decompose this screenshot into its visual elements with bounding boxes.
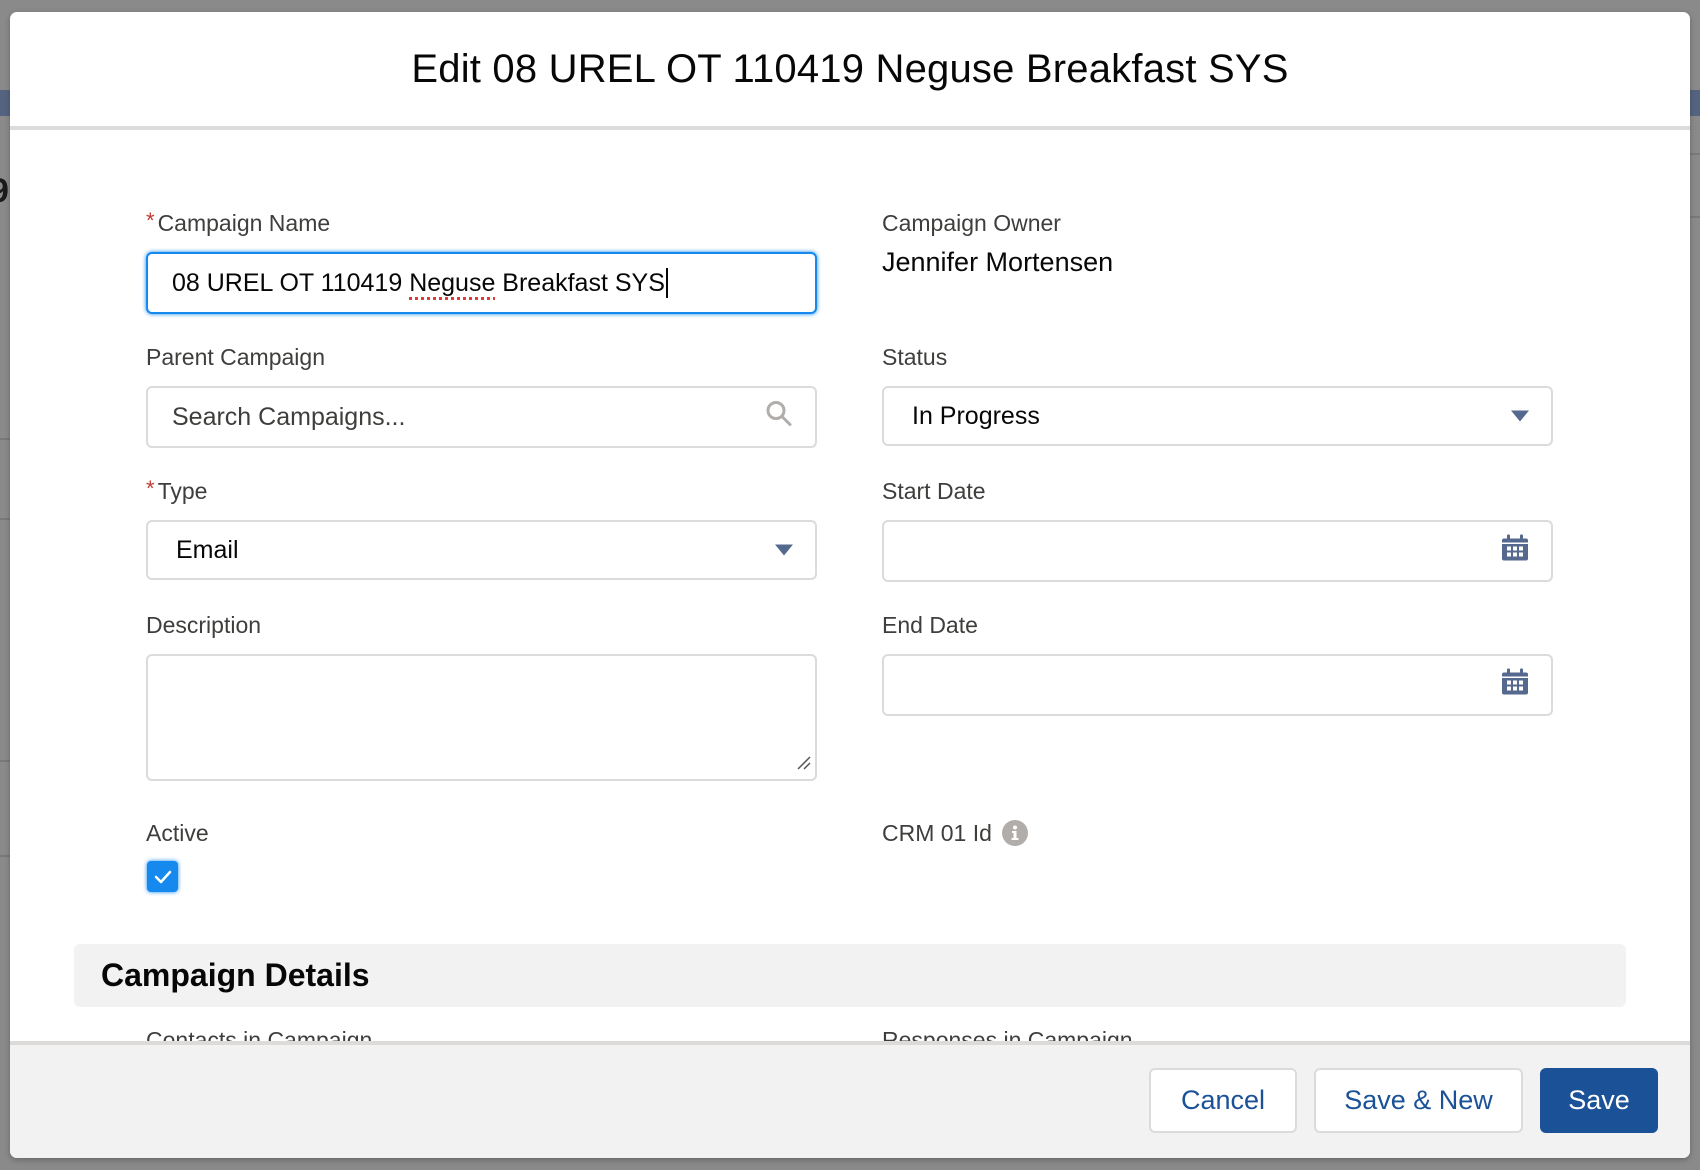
type-select[interactable]: Email [146, 520, 817, 580]
start-date-field: Start Date [882, 477, 1553, 582]
calendar-icon[interactable] [1501, 668, 1529, 703]
crm-id-label: CRM 01 Id [882, 820, 992, 846]
end-date-label: End Date [882, 612, 978, 638]
status-select[interactable]: In Progress [882, 386, 1553, 446]
modal-footer: Cancel Save & New Save [10, 1041, 1690, 1158]
background-divider [0, 518, 10, 520]
save-button[interactable]: Save [1540, 1068, 1658, 1133]
start-date-label: Start Date [882, 478, 986, 504]
parent-campaign-placeholder: Search Campaigns... [172, 402, 406, 431]
background-divider [1690, 216, 1700, 218]
campaign-name-value-prefix: 08 UREL OT 110419 [172, 268, 410, 297]
info-icon[interactable] [1001, 820, 1028, 846]
search-icon[interactable] [765, 400, 793, 435]
type-value: Email [176, 535, 239, 564]
campaign-name-label: Campaign Name [157, 210, 331, 236]
modal-body[interactable]: * Campaign Name 08 UREL OT 110419 Neguse… [10, 130, 1690, 1041]
active-checkbox[interactable] [147, 861, 178, 892]
campaign-name-input[interactable]: 08 UREL OT 110419 Neguse Breakfast SYS [146, 252, 817, 314]
checkmark-icon [154, 870, 171, 883]
edit-campaign-modal: Edit 08 UREL OT 110419 Neguse Breakfast … [10, 12, 1690, 1158]
spellcheck-word: Neguse [409, 268, 496, 297]
campaign-details-section-header[interactable]: Campaign Details [74, 944, 1626, 1007]
end-date-field: End Date [882, 611, 1553, 716]
end-date-input[interactable] [882, 654, 1553, 716]
campaign-name-value-suffix: Breakfast SYS [495, 268, 665, 297]
save-and-new-button[interactable]: Save & New [1314, 1068, 1523, 1133]
parent-campaign-field: Parent Campaign Search Campaigns... [146, 343, 817, 448]
chevron-down-icon [775, 544, 793, 556]
start-date-input[interactable] [882, 520, 1553, 582]
status-label: Status [882, 344, 948, 370]
modal-title: Edit 08 UREL OT 110419 Neguse Breakfast … [411, 47, 1289, 91]
campaign-owner-label: Campaign Owner [882, 210, 1061, 236]
calendar-icon[interactable] [1501, 534, 1529, 569]
section-title: Campaign Details [101, 957, 370, 993]
responses-in-campaign-field: Responses in Campaign [882, 1026, 1553, 1041]
background-divider [0, 760, 10, 762]
crm-id-field: CRM 01 Id [882, 819, 1553, 847]
description-textarea[interactable] [146, 654, 817, 781]
status-value: In Progress [912, 401, 1040, 430]
modal-header: Edit 08 UREL OT 110419 Neguse Breakfast … [10, 12, 1690, 127]
status-field: Status In Progress [882, 343, 1553, 446]
text-cursor [665, 268, 668, 298]
background-divider [0, 438, 10, 440]
description-field: Description [146, 611, 817, 781]
background-divider [0, 855, 10, 857]
parent-campaign-search-input[interactable]: Search Campaigns... [146, 386, 817, 448]
description-label: Description [146, 612, 262, 638]
contacts-in-campaign-field: Contacts in Campaign [146, 1026, 817, 1041]
type-label: Type [157, 478, 208, 504]
background-divider [1690, 153, 1700, 155]
active-label: Active [146, 820, 209, 846]
campaign-owner-value: Jennifer Mortensen [882, 247, 1114, 277]
background-app-nav-bar-right [1690, 90, 1700, 116]
parent-campaign-label: Parent Campaign [146, 344, 325, 370]
background-app-nav-bar [0, 90, 10, 116]
required-marker: * [146, 208, 155, 233]
active-field: Active [146, 819, 817, 892]
contacts-in-campaign-label: Contacts in Campaign [146, 1027, 373, 1041]
campaign-name-field: * Campaign Name 08 UREL OT 110419 Neguse… [146, 208, 817, 314]
cancel-button[interactable]: Cancel [1149, 1068, 1297, 1133]
campaign-owner-field: Campaign Owner Jennifer Mortensen [882, 209, 1553, 278]
resize-handle-icon[interactable] [796, 755, 812, 776]
type-field: * Type Email [146, 476, 817, 580]
responses-in-campaign-label: Responses in Campaign [882, 1027, 1133, 1041]
background-text-fragment: 9 [0, 172, 9, 211]
chevron-down-icon [1511, 410, 1529, 422]
required-marker: * [146, 476, 155, 501]
